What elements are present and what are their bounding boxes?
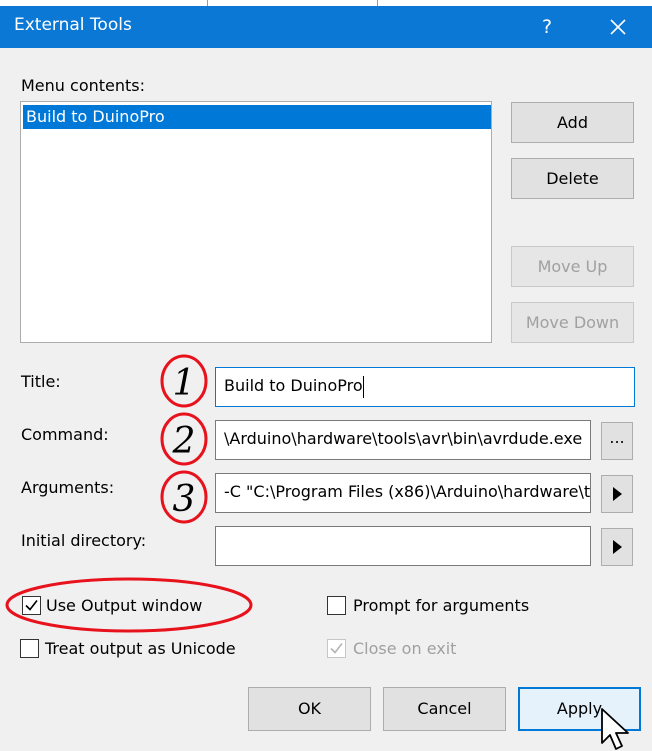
prompt-for-arguments-checkbox[interactable] [327,596,346,615]
menu-contents-label: Menu contents: [21,76,145,95]
annotation-number-2: 2 [172,421,196,462]
annotation-number-3: 3 [173,479,196,520]
treat-output-as-unicode-label[interactable]: Treat output as Unicode [45,639,236,658]
annotation-circle-1: 1 [160,354,208,408]
move-up-button[interactable]: Move Up [511,246,634,287]
annotation-number-1: 1 [173,363,196,404]
treat-output-as-unicode-checkbox[interactable] [20,639,39,658]
command-value: \Arduino\hardware\tools\avr\bin\avrdude.… [224,429,583,448]
check-icon [330,643,343,654]
prompt-for-arguments-label[interactable]: Prompt for arguments [353,596,529,615]
window-title: External Tools [14,15,132,35]
annotation-circle-3: 3 [160,470,208,524]
play-arrow-icon [613,487,622,501]
close-on-exit-label[interactable]: Close on exit [353,639,456,658]
help-button[interactable]: ? [532,10,562,44]
command-field[interactable]: \Arduino\hardware\tools\avr\bin\avrdude.… [215,420,591,460]
annotation-ellipse-use-output [5,577,253,633]
arguments-field[interactable]: -C "C:\Program Files (x86)\Arduino\hardw… [215,473,591,513]
browse-button[interactable]: ... [601,422,633,460]
title-bar: External Tools ? [0,6,652,48]
menu-contents-list[interactable]: Build to DuinoPro [20,101,492,343]
title-field[interactable]: Build to DuinoPro [215,367,635,407]
list-item[interactable]: Build to DuinoPro [23,105,491,129]
close-on-exit-checkbox[interactable] [327,639,346,658]
command-label: Command: [21,425,109,444]
close-button[interactable] [598,10,638,44]
arguments-label: Arguments: [21,478,115,497]
initial-directory-field[interactable] [215,526,591,566]
initial-directory-label: Initial directory: [21,531,147,550]
title-value: Build to DuinoPro [224,376,363,395]
annotation-circle-2: 2 [160,412,208,466]
delete-button[interactable]: Delete [511,158,634,199]
play-arrow-icon [613,540,622,554]
move-down-button[interactable]: Move Down [511,302,634,343]
text-caret [363,376,364,398]
arguments-value: -C "C:\Program Files (x86)\Arduino\hardw… [224,482,591,501]
ok-button[interactable]: OK [248,687,371,731]
initial-directory-menu-button[interactable] [601,528,633,566]
close-icon [610,19,626,35]
mouse-pointer-icon [601,708,629,750]
arguments-menu-button[interactable] [601,475,633,513]
title-label: Title: [21,372,61,391]
cancel-button[interactable]: Cancel [383,687,506,731]
add-button[interactable]: Add [511,102,634,143]
